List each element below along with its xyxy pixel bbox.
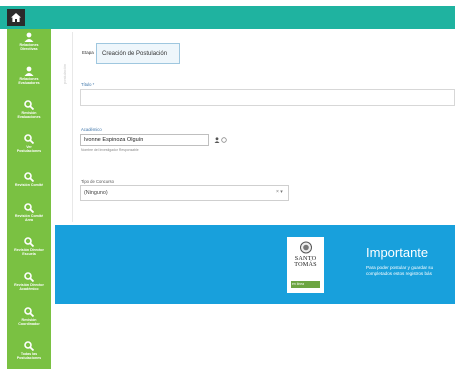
sidebar-item-label: Todas las Postulaciones [16, 352, 42, 361]
search-icon [24, 100, 34, 110]
academico-help-text: Nombre del Investigador Responsable [81, 148, 139, 152]
etapa-label: Etapa [82, 50, 94, 55]
titulo-label: Título * [81, 82, 95, 87]
select-clear-chevron-icon[interactable]: × ▾ [276, 189, 283, 195]
academico-input[interactable]: Ivonne Espinoza Olguín [80, 134, 209, 146]
sidebar-item-ver-postulaciones[interactable]: Ver Postulaciones [7, 134, 51, 154]
clear-icon [221, 137, 228, 143]
sidebar-item-label: Revisión Coordinador [18, 318, 40, 327]
search-icon [24, 172, 34, 182]
users-icon [24, 32, 34, 42]
banner-text-line-2: completados estos registros bás [366, 271, 432, 276]
home-icon [11, 13, 21, 22]
sidebar-item-revision-director-academico[interactable]: Revisión Director Académico [7, 272, 51, 292]
sidebar-item-label: Revisión Evaluaciones [17, 111, 41, 120]
etapa-value: Creación de Postulación [96, 43, 180, 64]
sidebar-item-label: Revisión Comité Area [14, 214, 44, 223]
tipo-concurso-label: Tipo de Concurso [81, 179, 114, 184]
sidebar-item-revision-evaluaciones[interactable]: Revisión Evaluaciones [7, 100, 51, 120]
logo-tag: en línea [291, 281, 320, 288]
santo-tomas-logo: SANTO TOMÁS en línea [287, 237, 324, 293]
home-button[interactable] [7, 9, 25, 26]
search-icon [24, 237, 34, 247]
banner-title: Importante [366, 245, 429, 260]
banner-text: Para poder postular y guardar su complet… [366, 265, 455, 277]
sidebar-item-revision-coordinador[interactable]: Revisión Coordinador [7, 307, 51, 327]
sidebar-item-label: Revisión Director Académico [14, 283, 44, 292]
sidebar-item-revision-comite-area[interactable]: Revisión Comité Area [7, 203, 51, 223]
section-vertical-label: postulación [62, 63, 67, 84]
sidebar-item-label: Ver Postulaciones [16, 145, 42, 154]
sidebar-item-revision-director-escuela[interactable]: Revisión Director Escuela [7, 237, 51, 257]
search-icon [24, 307, 34, 317]
search-icon [24, 341, 34, 351]
sidebar-item-relaciones-directivas[interactable]: Relaciones Directivas [7, 32, 51, 52]
sidebar: Relaciones Directivas Relaciones Evaluad… [7, 29, 51, 369]
sidebar-item-todas-postulaciones[interactable]: Todas las Postulaciones [7, 341, 51, 361]
tipo-concurso-select[interactable]: (Ninguno) [80, 185, 289, 201]
section-divider [72, 32, 73, 222]
sidebar-item-label: Relaciones Directivas [19, 43, 39, 52]
titulo-input[interactable] [80, 89, 455, 106]
search-icon [24, 203, 34, 213]
crest-icon [299, 241, 312, 254]
academico-actions[interactable] [214, 137, 228, 145]
sidebar-item-relaciones-evaluadores[interactable]: Relaciones Evaluadores [7, 66, 51, 86]
search-icon [24, 272, 34, 282]
top-bar [0, 6, 455, 29]
sidebar-item-label: Revisión Director Escuela [14, 248, 44, 257]
app-frame: Relaciones Directivas Relaciones Evaluad… [0, 0, 455, 369]
sidebar-item-label: Revisión Comité [14, 183, 44, 187]
users-icon [24, 66, 34, 76]
academico-label: Académico [81, 127, 102, 132]
search-icon [24, 134, 34, 144]
user-icon [214, 137, 220, 143]
logo-line-2: TOMÁS [294, 261, 317, 268]
sidebar-item-label: Relaciones Evaluadores [18, 77, 40, 86]
sidebar-item-revision-comite[interactable]: Revisión Comité [7, 172, 51, 187]
content-bottom-area [55, 304, 455, 369]
